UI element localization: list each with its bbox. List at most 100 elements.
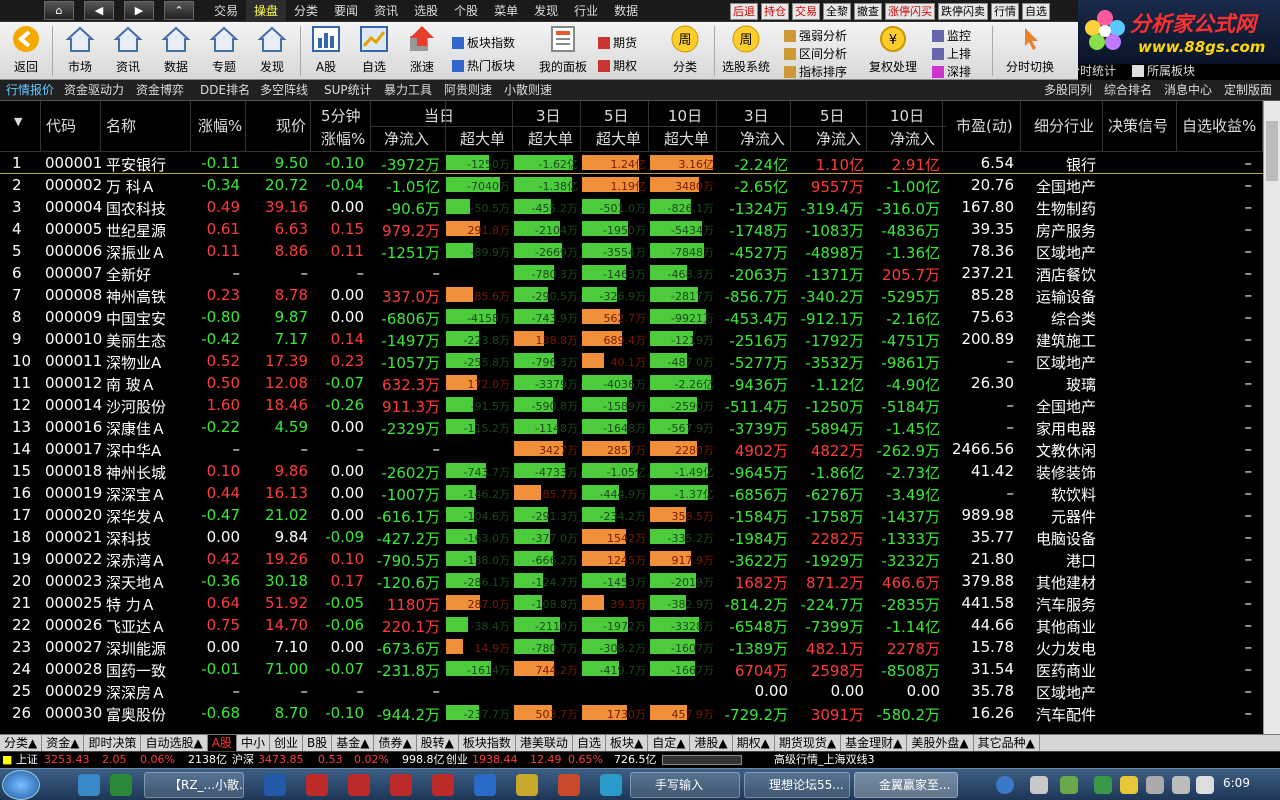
header-5d-big[interactable]: 超大单 bbox=[596, 128, 641, 149]
table-row[interactable]: 13 000016 深康佳Ａ -0.22 4.59 0.00 -2329万 -115.2万 -1… bbox=[0, 416, 1263, 438]
indicator-sort-button[interactable]: 指标排序 bbox=[784, 63, 847, 80]
bottom-tab[interactable]: 港美联动 bbox=[516, 735, 573, 751]
header-3d-big[interactable]: 超大单 bbox=[528, 128, 573, 149]
menu-yaowen[interactable]: 要闻 bbox=[326, 0, 366, 22]
header-10d-b[interactable]: 10日 bbox=[890, 105, 924, 126]
speed-button[interactable]: 涨速 bbox=[402, 24, 442, 75]
table-row[interactable]: 6 000007 全新好 – – – – -780.3万 -1463万 -468.3万 -2063万… bbox=[0, 262, 1263, 284]
menu-faxian[interactable]: 发现 bbox=[526, 0, 566, 22]
header-10d[interactable]: 10日 bbox=[668, 105, 702, 126]
forward-arrow-button[interactable]: ▶ bbox=[124, 1, 154, 20]
shield-icon[interactable] bbox=[1094, 776, 1112, 794]
tab-bull-bear[interactable]: 多空阵线 bbox=[260, 80, 308, 100]
intraday-switch-button[interactable]: 分时切换 bbox=[1002, 24, 1058, 75]
table-row[interactable]: 11 000012 南 玻Ａ 0.50 12.08 -0.07 632.3万 172.0万 -3… bbox=[0, 372, 1263, 394]
tab-power-tools[interactable]: 暴力工具 bbox=[384, 80, 432, 100]
tray-icon[interactable] bbox=[1146, 776, 1164, 794]
quick-quanli-button[interactable]: 全黎 bbox=[823, 3, 851, 20]
header-10d-big[interactable]: 超大单 bbox=[664, 128, 709, 149]
market-button[interactable]: 市场 bbox=[60, 24, 100, 75]
tray-icon[interactable] bbox=[1030, 776, 1048, 794]
menu-shuju[interactable]: 数据 bbox=[606, 0, 646, 22]
table-row[interactable]: 3 000004 国农科技 0.49 39.16 0.00 -90.6万 -50.5万 -455… bbox=[0, 196, 1263, 218]
browser-icon[interactable] bbox=[110, 774, 132, 796]
bottom-tab[interactable]: 股转▲ bbox=[417, 735, 459, 751]
volume-icon[interactable] bbox=[1196, 776, 1214, 794]
clock[interactable]: 6:09 bbox=[1223, 776, 1250, 790]
header-pe[interactable]: 市盈(动) bbox=[956, 115, 1013, 136]
header-price[interactable]: 现价 bbox=[276, 115, 306, 136]
tab-multi-stock[interactable]: 多股同列 bbox=[1044, 80, 1092, 100]
header-10d-netin[interactable]: 净流入 bbox=[890, 128, 935, 149]
tab-sup-stats[interactable]: SUP统计 bbox=[324, 80, 372, 100]
back-button[interactable]: 返回 bbox=[6, 24, 46, 75]
header-industry[interactable]: 细分行业 bbox=[1034, 115, 1094, 136]
menu-fenlei[interactable]: 分类 bbox=[286, 0, 326, 22]
bottom-tab[interactable]: 期货现货▲ bbox=[775, 735, 842, 751]
header-5min-bottom[interactable]: 涨幅% bbox=[321, 128, 365, 149]
taskbar-item-rz[interactable]: 【RZ_...小散... bbox=[144, 772, 244, 798]
menu-zixun[interactable]: 资讯 bbox=[366, 0, 406, 22]
table-row[interactable]: 12 000014 沙河股份 1.60 18.46 -0.26 911.3万 -91.5万 -5… bbox=[0, 394, 1263, 416]
tab-composite-rank[interactable]: 综合排名 bbox=[1104, 80, 1152, 100]
options-button[interactable]: 期权 bbox=[598, 57, 637, 74]
table-row[interactable]: 24 000028 国药一致 -0.01 71.00 -0.07 -231.8万 -1614万… bbox=[0, 658, 1263, 680]
table-row[interactable]: 23 000027 深圳能源 0.00 7.10 0.00 -673.6万 14.9万 -780… bbox=[0, 636, 1263, 658]
tray-icon[interactable] bbox=[1120, 776, 1138, 794]
bottom-tab[interactable]: 美股外盘▲ bbox=[907, 735, 974, 751]
table-row[interactable]: 22 000026 飞亚达Ａ 0.75 14.70 -0.06 220.1万 -38.4万 -2… bbox=[0, 614, 1263, 636]
strength-analysis-button[interactable]: 强弱分析 bbox=[784, 27, 847, 44]
ie-icon[interactable] bbox=[78, 774, 100, 796]
bottom-tab[interactable]: 其它品种▲ bbox=[974, 735, 1040, 751]
quick-trade-button[interactable]: 交易 bbox=[792, 3, 820, 20]
table-row[interactable]: 18 000021 深科技 0.00 9.84 -0.09 -427.2万 -163.0万 -3… bbox=[0, 526, 1263, 548]
header-5d-b[interactable]: 5日 bbox=[820, 105, 845, 126]
tab-message-center[interactable]: 消息中心 bbox=[1164, 80, 1212, 100]
table-row[interactable]: 9 000010 美丽生态 -0.42 7.17 0.14 -1497万 -223.8万 138… bbox=[0, 328, 1263, 350]
app-icon[interactable] bbox=[516, 774, 538, 796]
header-3d[interactable]: 3日 bbox=[536, 105, 561, 126]
taskbar-item-forum[interactable]: 理想论坛55... bbox=[744, 772, 850, 798]
table-row[interactable]: 16 000019 深深宝Ａ 0.44 16.13 0.00 -1007万 -146.2万 85… bbox=[0, 482, 1263, 504]
header-name[interactable]: 名称 bbox=[106, 115, 136, 136]
quick-quote-button[interactable]: 行情 bbox=[991, 3, 1019, 20]
quick-holdings-button[interactable]: 持仓 bbox=[761, 3, 789, 20]
table-row[interactable]: 2 000002 万 科Ａ -0.34 20.72 -0.04 -1.05亿 -7040万 -1… bbox=[0, 174, 1263, 196]
table-row[interactable]: 20 000023 深天地Ａ -0.36 30.18 0.17 -120.6万 -286.1万… bbox=[0, 570, 1263, 592]
quick-limit-down-sell-button[interactable]: 跌停闪卖 bbox=[938, 3, 988, 20]
taskbar-item-trading[interactable]: 金翼赢家至... bbox=[854, 772, 958, 798]
header-3d-netin[interactable]: 净流入 bbox=[740, 128, 785, 149]
header-profit[interactable]: 自选收益% bbox=[1182, 115, 1256, 136]
hot-sector-button[interactable]: 热门板块 bbox=[452, 57, 515, 74]
my-panel-button[interactable]: 我的面板 bbox=[536, 24, 590, 75]
quick-cancel-button[interactable]: 撤查 bbox=[854, 3, 882, 20]
header-code[interactable]: 代码 bbox=[46, 115, 76, 136]
bottom-tab[interactable]: 期权▲ bbox=[733, 735, 775, 751]
help-icon[interactable] bbox=[996, 776, 1014, 794]
bottom-tab[interactable]: 自定▲ bbox=[648, 735, 691, 751]
bottom-tab[interactable]: 板块▲ bbox=[606, 735, 649, 751]
range-analysis-button[interactable]: 区间分析 bbox=[784, 45, 847, 62]
header-signal[interactable]: 决策信号 bbox=[1108, 115, 1168, 136]
menu-caopan[interactable]: 操盘 bbox=[246, 0, 287, 22]
bottom-tab[interactable]: 基金▲ bbox=[332, 735, 375, 751]
discover-button[interactable]: 发现 bbox=[252, 24, 292, 75]
collapse-button[interactable]: ⌃ bbox=[164, 1, 194, 20]
table-row[interactable]: 8 000009 中国宝安 -0.80 9.87 0.00 -6806万 -4158万 -743… bbox=[0, 306, 1263, 328]
tab-custom-layout[interactable]: 定制版面 bbox=[1224, 80, 1272, 100]
bottom-tab[interactable]: 资金▲ bbox=[42, 735, 85, 751]
bottom-tab[interactable]: 债券▲ bbox=[374, 735, 417, 751]
table-row[interactable]: 21 000025 特 力Ａ 0.64 51.92 -0.05 1180万 287.0万 -10… bbox=[0, 592, 1263, 614]
tab-quote[interactable]: 行情报价 bbox=[6, 80, 54, 100]
header-5min-top[interactable]: 5分钟 bbox=[321, 105, 361, 126]
header-3d-b[interactable]: 3日 bbox=[744, 105, 769, 126]
watchlist-button[interactable]: 自选 bbox=[354, 24, 394, 75]
table-row[interactable]: 25 000029 深深房Ａ – – – – 0.00 0.00 0.00 35.78 区域地产 – bbox=[0, 680, 1263, 702]
table-row[interactable]: 19 000022 深赤湾Ａ 0.42 19.26 0.10 -790.5万 -138.0万 -… bbox=[0, 548, 1263, 570]
data-button[interactable]: 数据 bbox=[156, 24, 196, 75]
app-icon[interactable] bbox=[348, 774, 370, 796]
news-button[interactable]: 资讯 bbox=[108, 24, 148, 75]
tray-icon[interactable] bbox=[1060, 776, 1078, 794]
table-row[interactable]: 10 000011 深物业A 0.52 17.39 0.23 -1057万 -255.8万 -7… bbox=[0, 350, 1263, 372]
category-button[interactable]: 周 分类 bbox=[664, 24, 706, 75]
